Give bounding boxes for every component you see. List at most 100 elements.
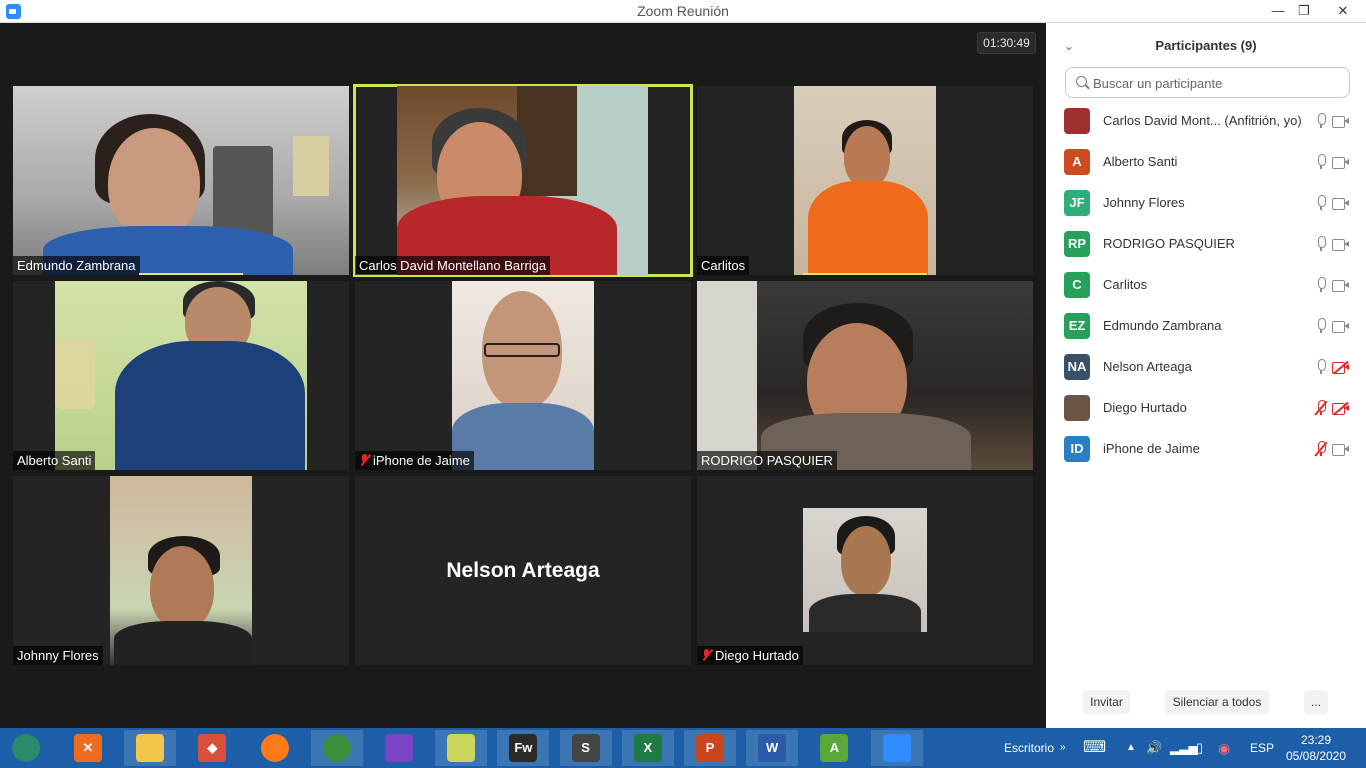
excel-icon: X (633, 734, 662, 762)
video-icon[interactable] (1332, 238, 1350, 251)
signal-icon[interactable]: ▂▃▅ (1170, 728, 1198, 768)
taskbar-zoom[interactable] (870, 730, 923, 766)
video-feed (110, 476, 252, 665)
avatar-photo (1064, 395, 1090, 421)
mic-muted-icon (359, 454, 371, 466)
participant-name: Carlitos (701, 258, 746, 273)
desktop-label[interactable]: Escritorio (1004, 728, 1054, 768)
avatar: JF (1064, 190, 1090, 216)
participant-name: Alberto Santi (1103, 154, 1178, 169)
video-tile-camera-off[interactable]: Diego Hurtado (697, 476, 1033, 665)
video-icon[interactable] (1332, 279, 1350, 292)
android-studio-icon: A (820, 734, 849, 762)
mic-icon[interactable] (1314, 236, 1328, 252)
participant-name: Carlos David Montellano Barriga (359, 258, 547, 273)
participant-row[interactable]: Diego Hurtado (1064, 395, 1366, 436)
taskbar-sublime[interactable]: S (559, 730, 612, 766)
video-tile[interactable]: RODRIGO PASQUIER (697, 281, 1033, 470)
mic-muted-icon[interactable] (1314, 441, 1328, 457)
participants-panel: ⌄ Participantes (9) Carlos David Mont...… (1046, 23, 1366, 728)
video-icon[interactable] (1332, 443, 1350, 456)
mic-icon[interactable] (1314, 318, 1328, 334)
participant-search[interactable] (1065, 67, 1350, 98)
clock[interactable]: 23:29 05/08/2020 (1284, 732, 1348, 764)
participant-row[interactable]: EZ Edmundo Zambrana (1064, 313, 1366, 354)
volume-icon[interactable]: 🔊 (1146, 728, 1162, 768)
profile-picture (803, 508, 927, 632)
taskbar-powerpoint[interactable]: P (684, 730, 736, 766)
avatar: A (1064, 149, 1090, 175)
video-feed (13, 86, 349, 275)
show-hidden-icons[interactable]: ▲ (1126, 728, 1136, 768)
word-icon: W (758, 734, 787, 762)
windows-start-icon (12, 734, 40, 762)
tile-label: Johnny Flores (13, 646, 103, 665)
taskbar-android-studio[interactable]: A (808, 730, 860, 766)
video-tile[interactable]: Johnny Flores (13, 476, 349, 665)
video-tile-camera-off[interactable]: Nelson Arteaga (355, 476, 691, 665)
search-input[interactable] (1093, 73, 1343, 93)
tile-label: RODRIGO PASQUIER (697, 451, 837, 470)
avatar: NA (1064, 354, 1090, 380)
mic-icon[interactable] (1314, 113, 1328, 129)
video-feed (55, 281, 307, 470)
taskbar-visual-studio[interactable] (373, 730, 425, 766)
participant-row[interactable]: Carlos David Mont... (Anfitrión, yo) (1064, 108, 1366, 149)
participant-row[interactable]: A Alberto Santi (1064, 149, 1366, 190)
fireworks-icon: Fw (509, 734, 538, 762)
participant-row[interactable]: JF Johnny Flores (1064, 190, 1366, 231)
participant-row[interactable]: RP RODRIGO PASQUIER (1064, 231, 1366, 272)
video-off-icon[interactable] (1332, 401, 1350, 416)
taskbar-xampp[interactable]: ✕ (62, 730, 114, 766)
video-tile[interactable]: Carlitos (697, 86, 1033, 275)
taskbar: ✕ ◆ Fw S X P W A Escritorio » ⌨ ▲ 🔊 ▂▃▅ ▯ ◉ ESP… (0, 728, 1366, 768)
clock-date: 05/08/2020 (1285, 749, 1347, 763)
video-icon[interactable] (1332, 156, 1350, 169)
tile-label: Alberto Santi (13, 451, 96, 470)
video-icon[interactable] (1332, 197, 1350, 210)
mic-icon[interactable] (1314, 154, 1328, 170)
language-indicator[interactable]: ESP (1250, 728, 1274, 768)
video-feed (697, 281, 1033, 470)
video-feed (397, 86, 648, 275)
participants-title: Participantes (9) (1155, 38, 1257, 53)
mic-icon[interactable] (1314, 277, 1328, 293)
taskbar-word[interactable]: W (746, 730, 799, 766)
video-icon[interactable] (1332, 320, 1350, 333)
taskbar-windows-start[interactable] (0, 730, 52, 766)
participant-name: iPhone de Jaime (373, 453, 470, 468)
participant-name: Johnny Flores (17, 648, 99, 663)
mic-icon[interactable] (1314, 195, 1328, 211)
participant-name: RODRIGO PASQUIER (701, 453, 833, 468)
video-tile[interactable]: Alberto Santi (13, 281, 349, 470)
taskbar-excel[interactable]: X (621, 730, 674, 766)
video-icon[interactable] (1332, 115, 1350, 128)
participant-row[interactable]: NA Nelson Arteaga (1064, 354, 1366, 395)
chevron-icon[interactable]: » (1060, 728, 1066, 768)
git-icon: ◆ (198, 734, 227, 762)
taskbar-file-explorer[interactable] (124, 730, 177, 766)
taskbar-chrome[interactable] (310, 730, 363, 766)
video-tile[interactable]: iPhone de Jaime (355, 281, 691, 470)
antivirus-icon[interactable]: ◉ (1218, 728, 1230, 768)
taskbar-firefox[interactable] (249, 730, 301, 766)
participant-row[interactable]: C Carlitos (1064, 272, 1366, 313)
video-tile[interactable]: Edmundo Zambrana (13, 86, 349, 275)
keyboard-icon[interactable]: ⌨ (1083, 728, 1106, 768)
video-off-icon[interactable] (1332, 360, 1350, 375)
mic-icon[interactable] (1314, 359, 1328, 375)
taskbar-notes[interactable] (435, 730, 488, 766)
invite-button[interactable]: Invitar (1083, 690, 1130, 714)
taskbar-fireworks[interactable]: Fw (497, 730, 550, 766)
video-tile-active-speaker[interactable]: Carlos David Montellano Barriga (353, 84, 693, 277)
participant-name: Nelson Arteaga (1103, 359, 1192, 374)
avatar: ID (1064, 436, 1090, 462)
mute-all-button[interactable]: Silenciar a todos (1165, 690, 1269, 714)
mic-muted-icon[interactable] (1314, 400, 1328, 416)
battery-icon[interactable]: ▯ (1196, 728, 1203, 768)
participant-row[interactable]: ID iPhone de Jaime (1064, 436, 1366, 477)
taskbar-git[interactable]: ◆ (186, 730, 238, 766)
more-button[interactable]: ... (1304, 690, 1328, 714)
clock-time: 23:29 (1300, 733, 1332, 747)
close-button[interactable]: ✕ (1320, 0, 1366, 23)
